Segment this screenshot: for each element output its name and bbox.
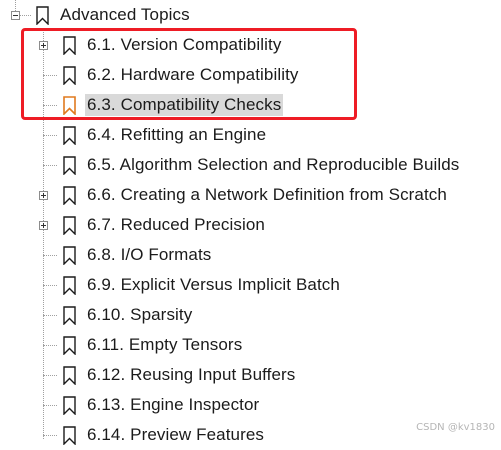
bookmark-icon (63, 126, 76, 145)
bookmark-icon (63, 336, 76, 355)
outline-item-label[interactable]: 6.12. Reusing Input Buffers (85, 364, 297, 386)
outline-item-compatibility-checks[interactable]: 6.3. Compatibility Checks (0, 90, 501, 120)
bookmark-icon (63, 396, 76, 415)
outline-item-label[interactable]: 6.11. Empty Tensors (85, 334, 244, 356)
collapse-toggle[interactable] (11, 11, 20, 20)
bookmark-icon (36, 6, 49, 25)
outline-item-network-definition[interactable]: 6.6. Creating a Network Definition from … (0, 180, 501, 210)
bookmark-icon (63, 36, 76, 55)
outline-item-version-compatibility[interactable]: 6.1. Version Compatibility (0, 30, 501, 60)
outline-item-refitting-an-engine[interactable]: 6.4. Refitting an Engine (0, 120, 501, 150)
bookmark-icon (63, 246, 76, 265)
bookmark-icon (63, 96, 76, 115)
outline-item-sparsity[interactable]: 6.10. Sparsity (0, 300, 501, 330)
outline-item-io-formats[interactable]: 6.8. I/O Formats (0, 240, 501, 270)
watermark: CSDN @kv1830 (416, 422, 495, 433)
bookmark-icon (63, 426, 76, 445)
bookmark-outline-tree: Advanced Topics 6.1. Version Compatibili… (0, 0, 501, 445)
outline-item-label[interactable]: Advanced Topics (58, 4, 192, 26)
bookmark-icon (63, 186, 76, 205)
outline-item-label[interactable]: 6.14. Preview Features (85, 424, 266, 446)
outline-item-label[interactable]: 6.1. Version Compatibility (85, 34, 283, 56)
outline-item-label[interactable]: 6.10. Sparsity (85, 304, 194, 326)
outline-item-algorithm-selection[interactable]: 6.5. Algorithm Selection and Reproducibl… (0, 150, 501, 180)
outline-item-label[interactable]: 6.3. Compatibility Checks (85, 94, 284, 116)
outline-item-engine-inspector[interactable]: 6.13. Engine Inspector (0, 390, 501, 420)
outline-item-label[interactable]: 6.6. Creating a Network Definition from … (85, 184, 449, 206)
bookmark-icon (63, 366, 76, 385)
expand-toggle[interactable] (39, 191, 48, 200)
outline-item-reusing-input-buffers[interactable]: 6.12. Reusing Input Buffers (0, 360, 501, 390)
bookmark-icon (63, 306, 76, 325)
outline-item-reduced-precision[interactable]: 6.7. Reduced Precision (0, 210, 501, 240)
outline-item-label[interactable]: 6.4. Refitting an Engine (85, 124, 268, 146)
outline-item-label[interactable]: 6.13. Engine Inspector (85, 394, 261, 416)
outline-item-label[interactable]: 6.2. Hardware Compatibility (85, 64, 301, 86)
outline-item-label[interactable]: 6.5. Algorithm Selection and Reproducibl… (85, 154, 461, 176)
outline-item-empty-tensors[interactable]: 6.11. Empty Tensors (0, 330, 501, 360)
outline-item-advanced-topics[interactable]: Advanced Topics (0, 0, 501, 30)
expand-toggle[interactable] (39, 41, 48, 50)
bookmark-icon (63, 66, 76, 85)
expand-toggle[interactable] (39, 221, 48, 230)
outline-item-hardware-compatibility[interactable]: 6.2. Hardware Compatibility (0, 60, 501, 90)
bookmark-icon (63, 216, 76, 235)
outline-item-label[interactable]: 6.9. Explicit Versus Implicit Batch (85, 274, 342, 296)
bookmark-icon (63, 156, 76, 175)
bookmark-icon (63, 276, 76, 295)
outline-item-label[interactable]: 6.7. Reduced Precision (85, 214, 267, 236)
outline-item-explicit-implicit-batch[interactable]: 6.9. Explicit Versus Implicit Batch (0, 270, 501, 300)
outline-item-label[interactable]: 6.8. I/O Formats (85, 244, 213, 266)
